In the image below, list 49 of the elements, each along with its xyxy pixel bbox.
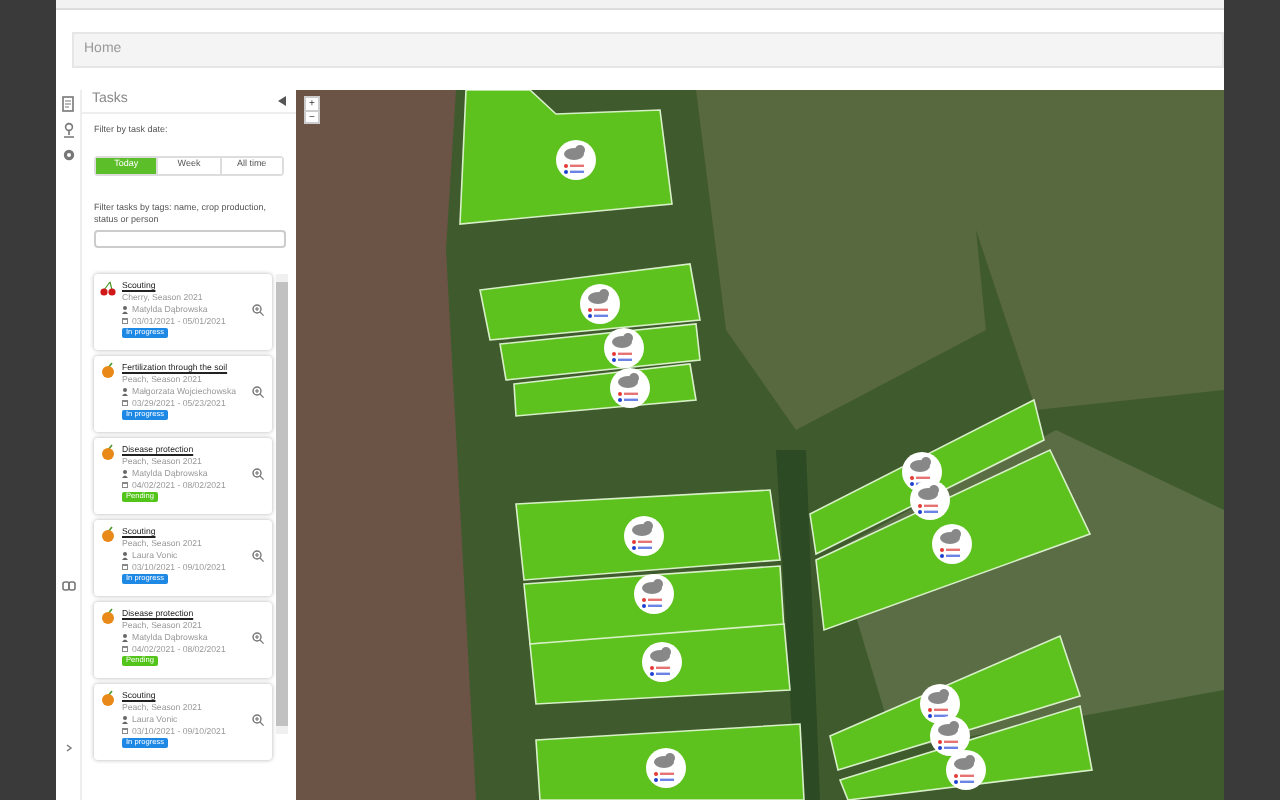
weather-marker-icon[interactable] bbox=[604, 328, 644, 368]
person-pin-icon[interactable] bbox=[61, 122, 75, 138]
person-icon bbox=[122, 305, 128, 314]
field-polygon[interactable] bbox=[529, 623, 791, 705]
weather-marker-icon[interactable] bbox=[932, 524, 972, 564]
field-polygon[interactable] bbox=[515, 489, 781, 581]
zoom-in-icon[interactable] bbox=[252, 631, 264, 644]
scrollbar-thumb[interactable] bbox=[276, 281, 288, 726]
person-icon bbox=[122, 633, 128, 642]
zoom-in-icon[interactable] bbox=[252, 549, 264, 562]
zoom-in-icon[interactable] bbox=[252, 385, 264, 398]
zoom-in-icon[interactable] bbox=[252, 467, 264, 480]
peach-icon bbox=[100, 689, 116, 706]
peach-icon bbox=[100, 361, 116, 378]
weather-marker-icon[interactable] bbox=[910, 480, 950, 520]
calendar-icon bbox=[122, 318, 128, 325]
calendar-icon bbox=[122, 728, 128, 735]
collapse-icon[interactable] bbox=[278, 96, 286, 106]
weather-marker-icon[interactable] bbox=[642, 642, 682, 682]
zoom-in-icon[interactable] bbox=[252, 713, 264, 726]
weather-marker-icon[interactable] bbox=[624, 516, 664, 556]
calendar-icon bbox=[122, 400, 128, 407]
weather-marker-icon[interactable] bbox=[946, 750, 986, 790]
field-polygon[interactable] bbox=[815, 448, 1092, 632]
person-icon bbox=[122, 551, 128, 560]
person-icon bbox=[122, 715, 128, 724]
cherry-icon bbox=[100, 279, 116, 296]
weather-marker-icon[interactable] bbox=[646, 748, 686, 788]
tag-filter-field[interactable] bbox=[94, 229, 286, 248]
settings-icon[interactable] bbox=[61, 148, 75, 162]
field-polygon[interactable] bbox=[459, 90, 673, 225]
calendar-icon bbox=[122, 564, 128, 571]
zoom-in-icon[interactable] bbox=[252, 303, 264, 316]
peach-icon bbox=[100, 607, 116, 624]
weather-marker-icon[interactable] bbox=[556, 140, 596, 180]
person-icon bbox=[122, 387, 128, 396]
weather-marker-icon[interactable] bbox=[930, 716, 970, 756]
peach-icon bbox=[100, 443, 116, 460]
task-list-icon[interactable] bbox=[61, 96, 75, 112]
link-icon[interactable] bbox=[61, 580, 75, 592]
chevron-right-icon[interactable] bbox=[65, 744, 71, 752]
weather-marker-icon[interactable] bbox=[634, 574, 674, 614]
calendar-icon bbox=[122, 646, 128, 653]
calendar-icon bbox=[122, 482, 128, 489]
peach-icon bbox=[100, 525, 116, 542]
weather-marker-icon[interactable] bbox=[580, 284, 620, 324]
person-icon bbox=[122, 469, 128, 478]
weather-marker-icon[interactable] bbox=[610, 368, 650, 408]
field-polygon[interactable] bbox=[535, 723, 805, 800]
